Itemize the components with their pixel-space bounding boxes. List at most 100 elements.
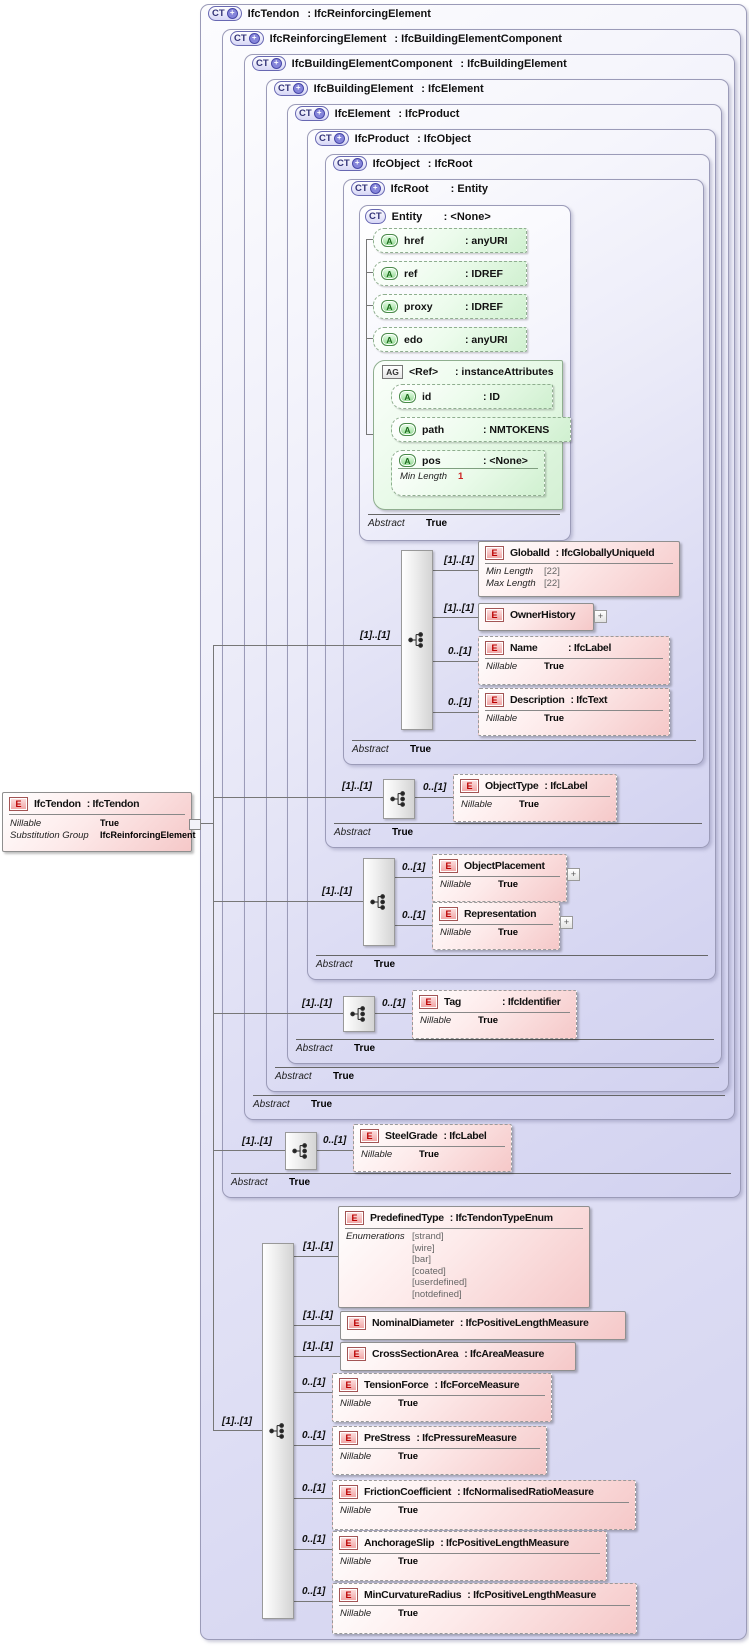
element-ifctendon[interactable]: E IfcTendon: IfcTendon Nillable True Subs… [2,792,196,852]
cardinality-label: 0..[1] [302,1534,326,1545]
cardinality-label: 0..[1] [323,1135,347,1146]
header-type: : Entity [450,182,488,195]
element-tensionforce[interactable]: E TensionForce: IfcForceMeasure Nillable… [332,1373,552,1422]
expand-plus-icon[interactable]: + [248,33,260,44]
cardinality-label: [1]..[1] [303,1341,333,1352]
expand-icon[interactable]: + [567,868,580,881]
element-objecttype[interactable]: E ObjectType: IfcLabel Nillable True [453,774,617,822]
complextype-header-ifcbuildingelementcomponent[interactable]: CT + IfcBuildingElementComponent: IfcBuil… [252,56,567,71]
abstract-facet-row: Abstract True [368,514,560,529]
element-predefinedtype[interactable]: E PredefinedType: IfcTendonTypeEnum Enum… [338,1206,590,1308]
complextype-header-ifcreinforcingelement[interactable]: CT + IfcReinforcingElement: IfcBuildingEl… [230,31,562,46]
expand-plus-icon[interactable]: + [313,108,325,119]
abstract-facet-row: Abstract True [231,1173,731,1188]
complextype-header-ifcelement[interactable]: CT + IfcElement: IfcProduct [295,106,459,121]
complextype-icon[interactable]: CT [365,209,386,224]
cardinality-label: [1]..[1] [342,781,372,792]
element-icon: E [485,608,504,622]
header-name: IfcObject [372,157,420,170]
attribute-group-icon: AG [382,365,403,379]
element-crosssectionarea[interactable]: E CrossSectionArea: IfcAreaMeasure [340,1342,576,1371]
attribute-path[interactable]: A path: NMTOKENS [391,417,571,442]
element-anchorageslip[interactable]: E AnchorageSlip: IfcPositiveLengthMeasur… [332,1531,607,1581]
complextype-icon[interactable]: CT + [315,131,349,146]
element-icon: E [339,1536,358,1550]
collapse-connector-icon[interactable] [189,819,201,830]
cardinality-label: 0..[1] [402,910,426,921]
attribute-edo[interactable]: A edo: anyURI [373,327,527,352]
facet-row: Nillable True [486,713,565,724]
element-icon: E [345,1211,364,1225]
attribute-ref[interactable]: A ref: IDREF [373,261,527,286]
complextype-header-entity[interactable]: CT Entity: <None> [365,209,491,224]
cardinality-label: 0..[1] [302,1483,326,1494]
complextype-icon[interactable]: CT + [274,81,308,96]
connector-line [366,239,367,434]
connector-line [292,1549,332,1550]
complextype-header-ifcobject[interactable]: CT + IfcObject: IfcRoot [333,156,472,171]
complextype-header-ifctendon[interactable]: CT + IfcTendon: IfcReinforcingElement [208,6,431,21]
element-icon: E [439,907,458,921]
abstract-facet-row: Abstract True [296,1039,714,1054]
cardinality-label: 0..[1] [302,1586,326,1597]
sequence-compositor-ifctendon[interactable] [262,1243,294,1619]
sequence-compositor-ifcelement[interactable] [343,996,375,1032]
cardinality-label: [1]..[1] [242,1136,272,1147]
attribute-id[interactable]: A id: ID [391,384,553,409]
complextype-icon[interactable]: CT + [230,31,264,46]
expand-plus-icon[interactable]: + [333,133,345,144]
header-name: IfcElement [334,107,391,120]
sequence-icon [350,1006,365,1022]
sequence-compositor-ifcroot[interactable] [401,550,433,730]
sequence-icon [292,1143,307,1159]
complextype-icon[interactable]: CT + [252,56,286,71]
element-nominaldiameter[interactable]: E NominalDiameter: IfcPositiveLengthMeas… [340,1311,626,1340]
connector-line [366,338,373,339]
attribute-icon: A [381,267,398,280]
element-prestress[interactable]: E PreStress: IfcPressureMeasure Nillable… [332,1426,547,1475]
attribute-icon: A [399,454,416,467]
element-description[interactable]: E Description: IfcText Nillable True [478,688,670,736]
complextype-header-ifcproduct[interactable]: CT + IfcProduct: IfcObject [315,131,471,146]
connector-line [213,645,401,646]
element-tag[interactable]: E Tag: IfcIdentifier Nillable True [412,990,577,1039]
attribute-href[interactable]: A href: anyURI [373,228,527,253]
sequence-compositor-ifcreinforcingelement[interactable] [285,1132,317,1170]
complextype-icon[interactable]: CT + [333,156,367,171]
sequence-compositor-ifcobject[interactable] [383,779,415,819]
facet-row: Nillable True [361,1149,440,1160]
facet-row: Nillable True [340,1451,419,1462]
attribute-icon: A [381,300,398,313]
element-icon: E [460,779,479,793]
expand-plus-icon[interactable]: + [351,158,363,169]
element-name[interactable]: E Name: IfcLabel Nillable True [478,636,670,685]
facet-row: Nillable True [440,879,519,890]
element-ownerhistory[interactable]: E OwnerHistory [478,603,594,631]
expand-icon[interactable]: + [594,610,607,623]
connector-line [213,645,214,1430]
complextype-header-ifcroot[interactable]: CT + IfcRoot: Entity [351,181,488,196]
element-mincurvatureradius[interactable]: E MinCurvatureRadius: IfcPositiveLengthM… [332,1583,637,1634]
element-steelgrade[interactable]: E SteelGrade: IfcLabel Nillable True [353,1124,512,1172]
complextype-icon[interactable]: CT + [295,106,329,121]
cardinality-label: 0..[1] [448,646,472,657]
sequence-compositor-ifcproduct[interactable] [363,858,395,946]
abstract-facet-row: Abstract True [253,1095,725,1110]
abstract-facet-row: Abstract True [352,740,696,755]
complextype-icon[interactable]: CT + [208,6,242,21]
complextype-header-ifcbuildingelement[interactable]: CT + IfcBuildingElement: IfcElement [274,81,484,96]
attribute-pos[interactable]: A pos: <None> Min Length 1 [391,450,545,496]
expand-plus-icon[interactable]: + [270,58,282,69]
element-frictioncoefficient[interactable]: E FrictionCoefficient: IfcNormalisedRati… [332,1480,636,1530]
element-globalid[interactable]: E GlobalId: IfcGloballyUniqueId Min Leng… [478,541,680,597]
cardinality-label: 0..[1] [302,1377,326,1388]
expand-plus-icon[interactable]: + [292,83,304,94]
complextype-icon[interactable]: CT + [351,181,385,196]
expand-plus-icon[interactable]: + [226,8,238,19]
expand-icon[interactable]: + [560,916,573,929]
attribute-group-header: AG <Ref>: instanceAttributes [374,361,562,381]
element-objectplacement[interactable]: E ObjectPlacement Nillable True [432,854,567,902]
attribute-proxy[interactable]: A proxy: IDREF [373,294,527,319]
expand-plus-icon[interactable]: + [369,183,381,194]
element-representation[interactable]: E Representation Nillable True [432,902,560,950]
